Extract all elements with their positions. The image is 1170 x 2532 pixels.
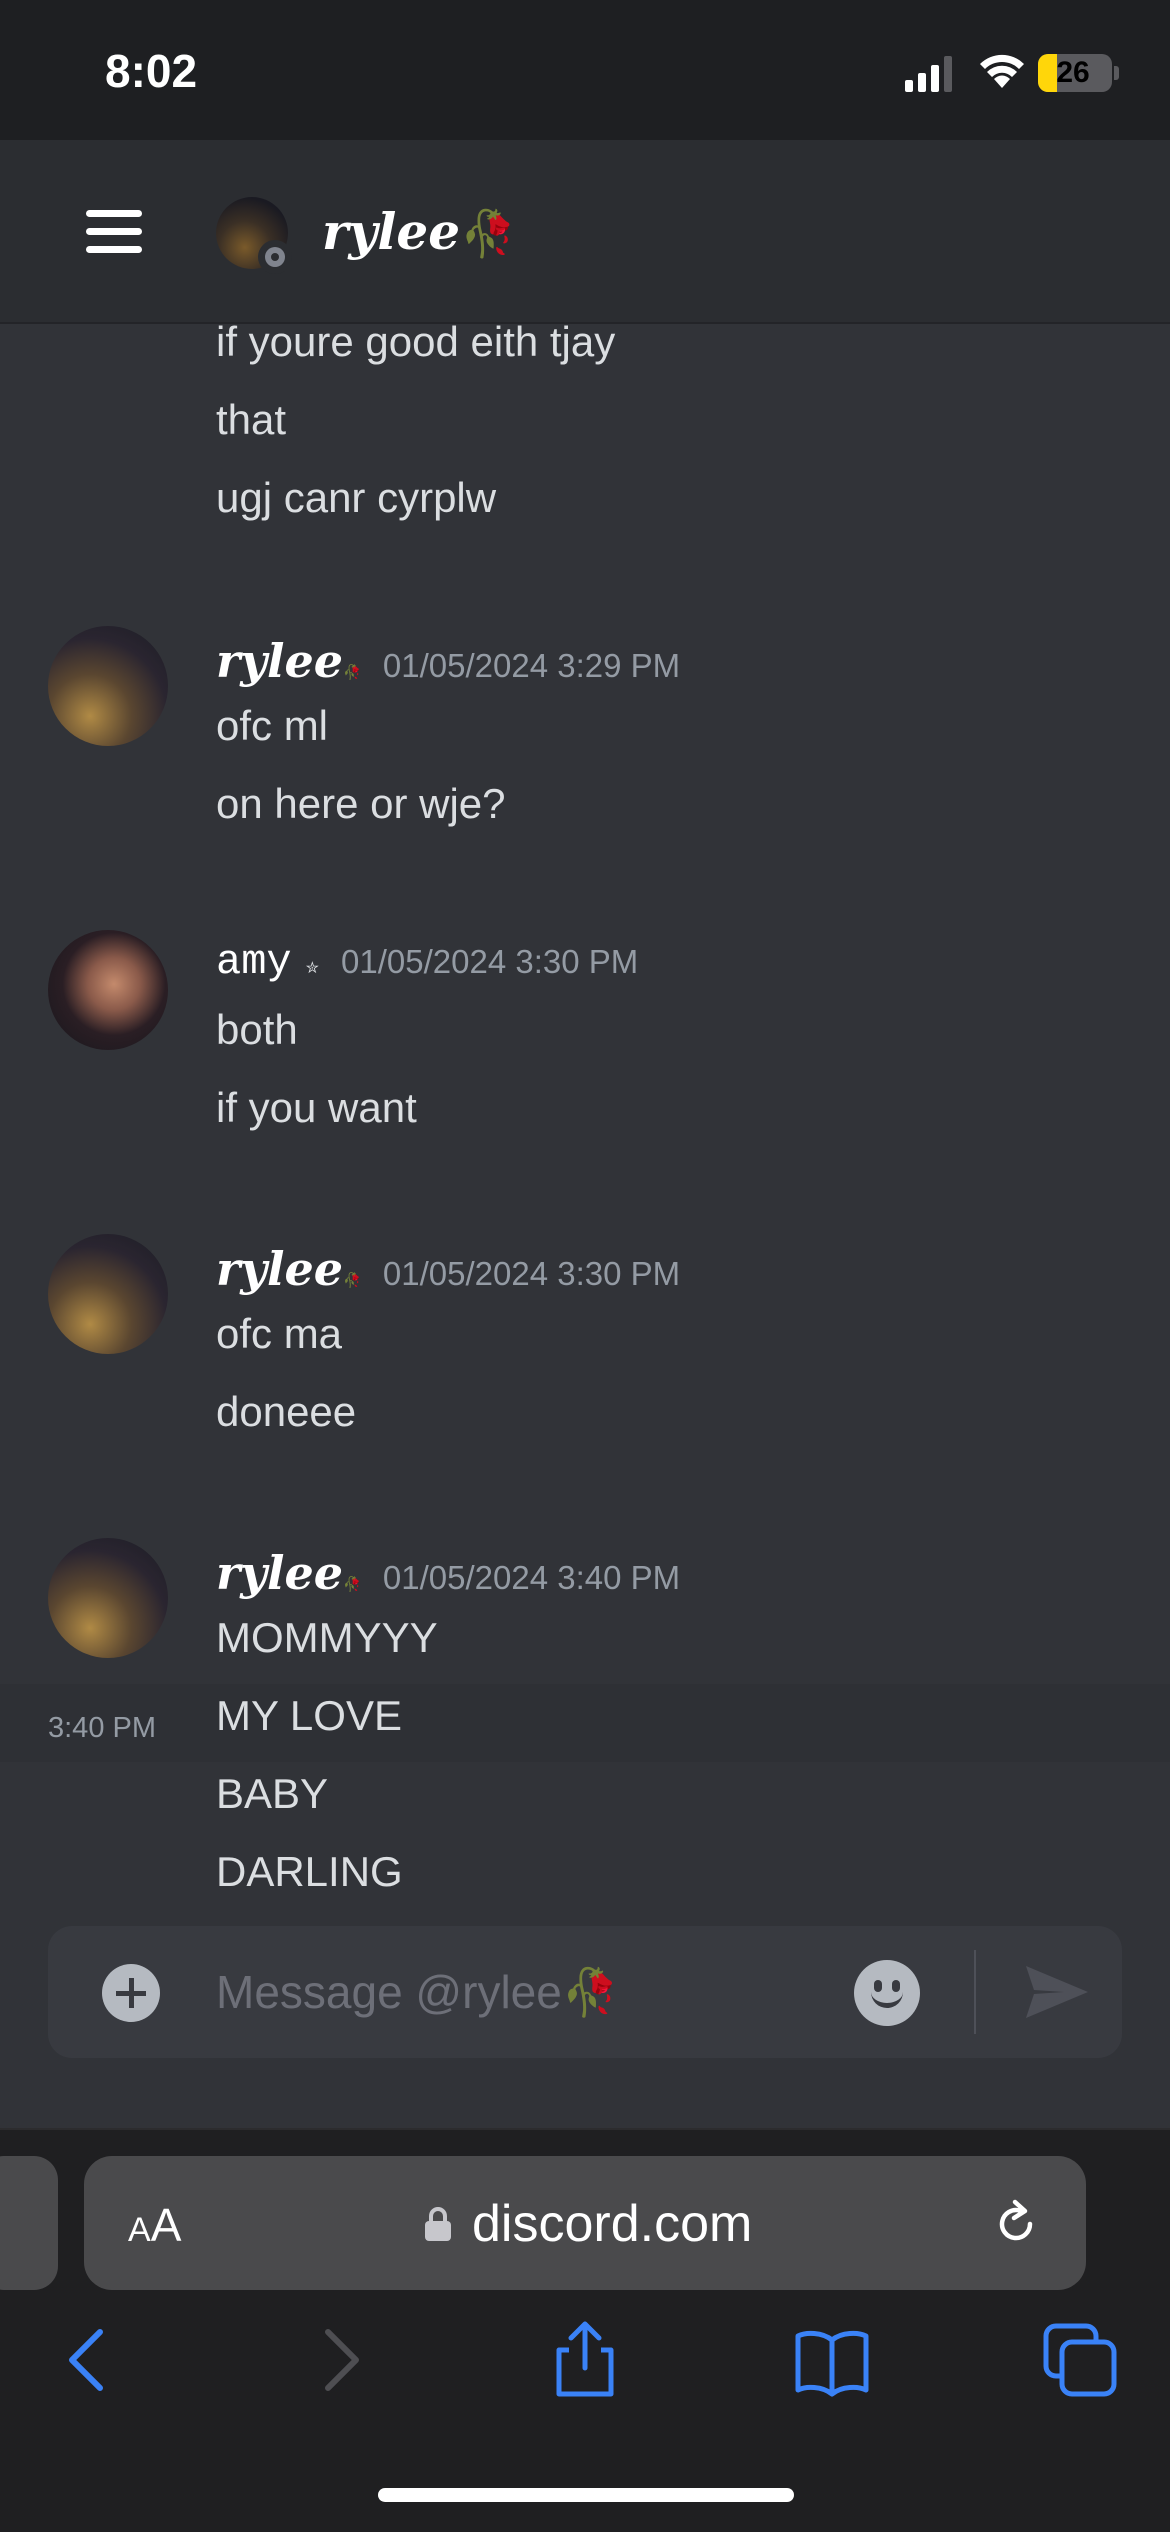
channel-header: rylee🥀 [0, 140, 1170, 324]
message-timestamp: 01/05/2024 3:30 PM [382, 1255, 681, 1292]
author-name[interactable]: amy [216, 938, 292, 986]
message-timestamp: 01/05/2024 3:30 PM [341, 943, 639, 980]
wifi-icon [980, 54, 1024, 88]
message-input[interactable] [216, 1956, 836, 2028]
wilted-rose-emoji: 🥀 [342, 1273, 361, 1289]
back-icon[interactable] [48, 2320, 128, 2400]
battery-level: 26 [1056, 56, 1090, 89]
clock: 8:02 [105, 45, 198, 97]
message-text: ofc ml [216, 702, 329, 749]
message-header: rylee🥀 01/05/2024 3:40 PM [216, 1546, 680, 1606]
previous-tab-preview[interactable] [0, 2156, 58, 2290]
forward-icon[interactable] [300, 2320, 380, 2400]
avatar[interactable] [48, 626, 168, 746]
divider [974, 1950, 976, 2034]
message-text: MY LOVE [216, 1692, 402, 1739]
message-text: BABY [216, 1770, 329, 1817]
hovered-message-row [0, 1684, 1170, 1762]
wilted-rose-emoji: 🥀 [342, 1577, 361, 1593]
offline-status-icon [258, 240, 292, 274]
message-header: amy ✮ 01/05/2024 3:30 PM [216, 938, 638, 998]
browser-toolbar: AA discord.com [0, 2128, 1170, 2532]
bookmarks-icon[interactable] [792, 2320, 872, 2400]
message-timestamp: 01/05/2024 3:29 PM [382, 647, 681, 684]
message-text: if you want [216, 1084, 417, 1131]
avatar[interactable] [48, 930, 168, 1050]
cellular-signal-icon [905, 56, 952, 92]
message-text: that [216, 396, 287, 443]
text-size-button[interactable]: AA [128, 2198, 181, 2252]
recipient-username: rylee [322, 202, 461, 261]
avatar[interactable] [48, 1538, 168, 1658]
wilted-rose-emoji: 🥀 [460, 207, 517, 260]
url-text: discord.com [472, 2195, 753, 2253]
message-text: ugj canr cyrplw [216, 474, 497, 521]
author-name[interactable]: rylee [216, 1546, 343, 1600]
message-timestamp: 01/05/2024 3:40 PM [382, 1559, 681, 1596]
home-indicator [378, 2488, 794, 2502]
hamburger-icon[interactable] [86, 210, 144, 254]
reload-icon[interactable] [990, 2198, 1042, 2250]
address-bar[interactable]: AA discord.com [84, 2156, 1086, 2290]
star-emoji: ✮ [305, 960, 320, 977]
share-icon[interactable] [545, 2320, 625, 2400]
smiley-icon[interactable] [854, 1960, 920, 2026]
message-text: ofc ma [216, 1310, 343, 1357]
message-header: rylee🥀 01/05/2024 3:29 PM [216, 634, 680, 694]
message-text: on here or wje? [216, 780, 506, 827]
message-list[interactable]: if youre good eith tjay that ugj canr cyrp… [0, 300, 1170, 1973]
status-bar: 8:02 26 [0, 0, 1170, 140]
message-text: doneee [216, 1388, 357, 1435]
avatar[interactable] [48, 1234, 168, 1354]
author-name[interactable]: rylee [216, 1242, 343, 1296]
battery-indicator: 26 [1038, 54, 1112, 92]
lock-icon [425, 2207, 451, 2241]
author-name[interactable]: rylee [216, 634, 343, 688]
message-composer [48, 1926, 1122, 2058]
message-header: rylee🥀 01/05/2024 3:30 PM [216, 1242, 680, 1302]
plus-circle-icon[interactable] [102, 1964, 160, 2022]
wilted-rose-emoji: 🥀 [342, 665, 361, 681]
message-text: MOMMYYY [216, 1614, 438, 1661]
hover-timestamp: 3:40 PM [48, 1712, 156, 1744]
message-text: both [216, 1006, 298, 1053]
send-icon[interactable] [1024, 1964, 1090, 2020]
message-text: DARLING [216, 1848, 403, 1895]
message-text: if youre good eith tjay [216, 318, 616, 365]
tabs-icon[interactable] [1040, 2320, 1120, 2400]
dm-recipient-name[interactable]: rylee🥀 [322, 202, 516, 261]
